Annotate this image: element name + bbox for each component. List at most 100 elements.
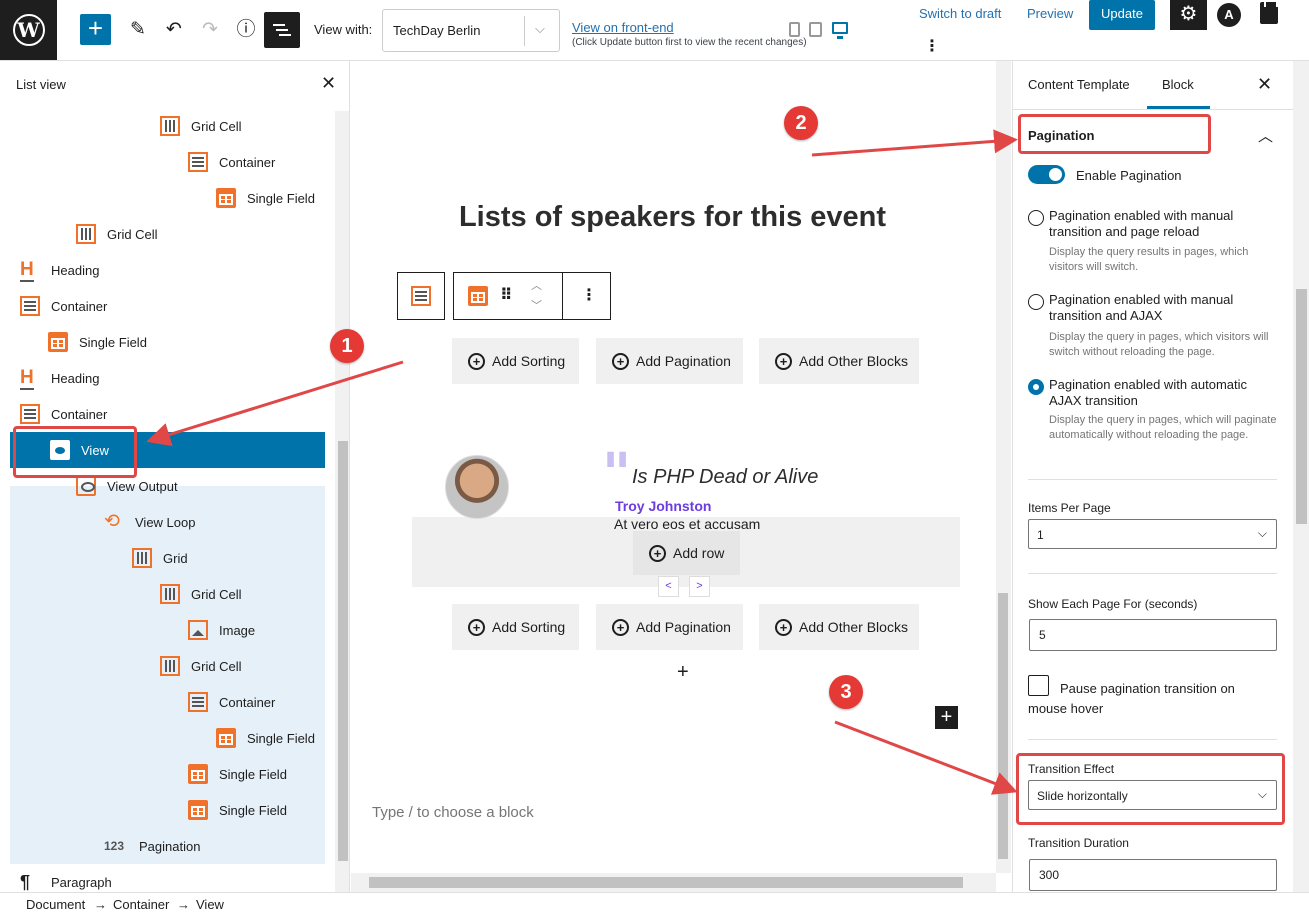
list-view-item-grid-cell[interactable]: Grid Cell — [160, 108, 242, 144]
list-view-item-label: Grid Cell — [191, 658, 242, 674]
astra-icon[interactable]: A — [1217, 3, 1241, 27]
paragraph-icon: ¶ — [20, 872, 31, 892]
close-icon[interactable]: ✕ — [1257, 74, 1272, 95]
tab-block[interactable]: Block — [1162, 77, 1194, 92]
show-each-page-label: Show Each Page For (seconds) — [1028, 597, 1198, 611]
block-parent-button[interactable] — [397, 272, 445, 320]
list-view-item-grid-cell[interactable]: Grid Cell — [160, 576, 242, 612]
single-field-icon — [216, 188, 236, 208]
close-icon[interactable]: ✕ — [321, 73, 336, 94]
view-block-icon[interactable] — [468, 286, 488, 306]
breadcrumb-document[interactable]: Document — [26, 897, 85, 912]
more-options-icon[interactable]: ⋮ — [581, 285, 597, 305]
mobile-preview-icon[interactable] — [789, 22, 800, 37]
list-view-item-single-field[interactable]: Single Field — [48, 324, 147, 360]
list-view-item-label: Single Field — [247, 190, 315, 206]
heading-icon: H — [20, 260, 40, 282]
items-per-page-select[interactable]: 1 ⌵ — [1028, 519, 1277, 549]
list-view-item-container[interactable]: Container — [188, 144, 275, 180]
list-view-item-single-field[interactable]: Single Field — [216, 720, 315, 756]
pagination-option-label-3: Pagination enabled with automatic AJAX t… — [1049, 377, 1248, 408]
switch-to-draft-button[interactable]: Switch to draft — [919, 6, 1001, 21]
pencil-icon[interactable]: ✎ — [126, 16, 150, 44]
single-field-icon — [216, 728, 236, 748]
clipboard-icon[interactable] — [1260, 0, 1278, 24]
add-sorting-button[interactable]: + Add Sorting — [452, 338, 579, 384]
preview-button[interactable]: Preview — [1027, 6, 1073, 21]
block-placeholder[interactable]: Type / to choose a block — [372, 804, 534, 821]
show-each-page-input[interactable]: 5 — [1029, 619, 1277, 651]
breadcrumb-separator: → — [94, 897, 107, 912]
list-view-item-single-field[interactable]: Single Field — [188, 792, 287, 828]
update-button[interactable]: Update — [1089, 0, 1155, 30]
list-view-title: List view — [16, 77, 66, 92]
pagination-option-radio-3[interactable] — [1028, 379, 1044, 395]
canvas-horizontal-scrollbar-thumb[interactable] — [369, 877, 963, 888]
tab-content-template[interactable]: Content Template — [1028, 77, 1130, 92]
enable-pagination-label: Enable Pagination — [1076, 168, 1182, 183]
append-block-icon[interactable]: + — [677, 661, 689, 684]
move-down-icon[interactable]: ﹀ — [531, 297, 542, 313]
chevron-up-icon[interactable]: ︿ — [1258, 125, 1273, 146]
list-view-item-view-loop[interactable]: ⟲ View Loop — [104, 504, 195, 540]
list-view-item-label: Single Field — [247, 730, 315, 746]
chevron-down-icon: ⌵ — [535, 21, 545, 36]
pagination-next-button[interactable]: > — [689, 576, 710, 597]
list-view-item-label: Image — [219, 622, 256, 638]
view-frontend-link[interactable]: View on front-end — [572, 20, 674, 35]
pagination-option-radio-2[interactable] — [1028, 294, 1044, 310]
list-view-item-grid[interactable]: Grid — [132, 540, 188, 576]
tablet-preview-icon[interactable] — [809, 22, 822, 37]
list-view-item-label: Container — [51, 298, 108, 314]
breadcrumb-view[interactable]: View — [196, 897, 224, 912]
move-up-icon[interactable]: ︿ — [531, 277, 542, 293]
top-toolbar: W + ✎ ↶ ↷ ⓘ View with: TechDay Berlin ⌵ … — [0, 0, 1309, 61]
page-heading[interactable]: Lists of speakers for this event — [351, 201, 994, 234]
list-view-item-single-field[interactable]: Single Field — [188, 756, 287, 792]
single-field-icon — [188, 764, 208, 784]
add-other-blocks-button[interactable]: + Add Other Blocks — [759, 604, 919, 650]
sidebar-scrollbar-thumb[interactable] — [1296, 289, 1307, 524]
block-toolbar: ⠿ ︿ ﹀ ⋮ — [453, 272, 611, 320]
transition-duration-input[interactable]: 300 — [1029, 859, 1277, 891]
list-view-scrollbar-thumb[interactable] — [338, 441, 348, 861]
list-view-item-single-field[interactable]: Single Field — [216, 180, 315, 216]
list-view-item-grid-cell[interactable]: Grid Cell — [160, 648, 242, 684]
editor-canvas: Lists of speakers for this event ⠿ ︿ ﹀ ⋮… — [351, 61, 1012, 892]
gear-icon[interactable]: ⚙ — [1170, 0, 1207, 30]
list-view-item-grid-cell[interactable]: Grid Cell — [76, 216, 158, 252]
list-view-item-container[interactable]: Container — [20, 288, 107, 324]
block-inserter-button[interactable]: + — [935, 706, 958, 729]
list-view-item-paragraph[interactable]: ¶ Paragraph — [20, 864, 112, 892]
list-view-button[interactable] — [264, 12, 300, 48]
add-other-blocks-button[interactable]: + Add Other Blocks — [759, 338, 919, 384]
add-row-button[interactable]: + Add row — [633, 531, 740, 575]
list-view-item-heading[interactable]: H Heading — [20, 360, 99, 396]
view-with-select[interactable]: TechDay Berlin ⌵ — [382, 9, 560, 52]
plus-circle-icon: + — [612, 618, 629, 636]
container-icon — [20, 296, 40, 316]
add-block-button[interactable]: + — [80, 14, 111, 45]
breadcrumb: Document → Container → View — [0, 892, 1309, 916]
breadcrumb-container[interactable]: Container — [113, 897, 169, 912]
canvas-vertical-scrollbar-thumb[interactable] — [998, 593, 1008, 859]
wordpress-logo[interactable]: W — [0, 0, 57, 60]
desktop-preview-icon[interactable] — [832, 22, 848, 39]
breadcrumb-separator: → — [177, 897, 190, 912]
drag-handle-icon[interactable]: ⠿ — [500, 285, 513, 305]
add-pagination-button[interactable]: + Add Pagination — [596, 604, 743, 650]
list-view-item-image[interactable]: Image — [188, 612, 255, 648]
more-options-icon[interactable]: ⋮ — [924, 36, 940, 56]
info-icon[interactable]: ⓘ — [234, 16, 258, 44]
list-view-item-label: View Loop — [135, 514, 196, 530]
enable-pagination-toggle[interactable] — [1028, 165, 1065, 184]
pagination-option-radio-1[interactable] — [1028, 210, 1044, 226]
list-view-item-heading[interactable]: H Heading — [20, 252, 99, 288]
add-pagination-button[interactable]: + Add Pagination — [596, 338, 743, 384]
add-sorting-button[interactable]: + Add Sorting — [452, 604, 579, 650]
list-view-item-pagination[interactable]: 123 Pagination — [104, 828, 200, 864]
list-view-item-container[interactable]: Container — [188, 684, 275, 720]
undo-icon[interactable]: ↶ — [162, 16, 186, 44]
redo-icon[interactable]: ↷ — [198, 16, 222, 44]
pagination-prev-button[interactable]: < — [658, 576, 679, 597]
